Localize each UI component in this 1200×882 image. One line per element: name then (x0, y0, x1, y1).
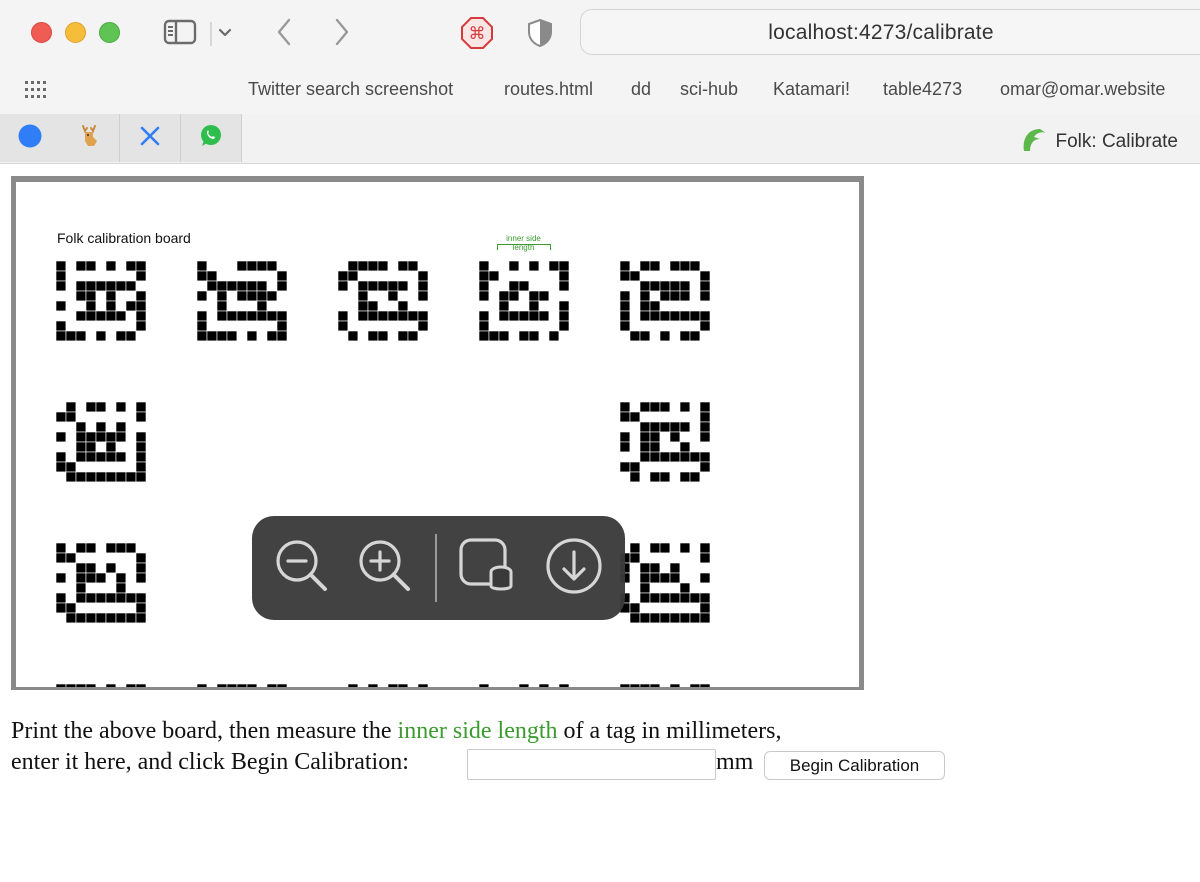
svg-text:⌘: ⌘ (469, 24, 486, 44)
browser-toolbar: ⌘ localhost:4273/calibrate (0, 0, 1200, 66)
bookmark-routes[interactable]: routes.html (504, 79, 593, 100)
pinned-tab-x[interactable] (120, 114, 181, 162)
maximize-window-button[interactable] (99, 22, 120, 43)
zoom-out-icon (273, 537, 331, 600)
board-title: Folk calibration board (57, 230, 191, 246)
tag-2 (338, 261, 428, 351)
tag-12 (479, 684, 569, 687)
download-icon (544, 536, 604, 601)
bookmark-katamari[interactable]: Katamari! (773, 79, 850, 100)
address-bar[interactable]: localhost:4273/calibrate (580, 9, 1200, 55)
tag-0 (56, 261, 146, 351)
tag-11 (338, 684, 428, 687)
tag-10 (197, 684, 287, 687)
instructions-line-1: Print the above board, then measure the … (11, 716, 1011, 747)
tag-13 (620, 684, 710, 687)
address-bar-url[interactable]: localhost:4273/calibrate (581, 21, 1181, 45)
minimize-window-button[interactable] (65, 22, 86, 43)
tag-1 (197, 261, 287, 351)
close-window-button[interactable] (31, 22, 52, 43)
instructions-text-before: Print the above board, then measure the (11, 718, 398, 744)
unit-label: mm (716, 749, 754, 775)
bookmarks-bar: Twitter search screenshot routes.html dd… (0, 66, 1200, 114)
sidebar-icon[interactable] (162, 18, 198, 46)
preview-icon (457, 536, 517, 601)
tag-5 (56, 402, 146, 492)
shield-icon[interactable] (526, 17, 554, 49)
messages-icon (17, 123, 43, 154)
toolbar-divider (210, 22, 212, 46)
tag-7 (56, 543, 146, 633)
tag-3 (479, 261, 569, 351)
zoom-in-icon (356, 537, 414, 600)
zoom-overlay-divider (435, 534, 437, 602)
side-length-input[interactable] (467, 749, 716, 780)
pdf-zoom-overlay (252, 516, 625, 620)
tag-9 (56, 684, 146, 687)
chevron-down-icon[interactable] (216, 24, 234, 42)
folk-logo-icon (1020, 125, 1048, 158)
command-icon[interactable]: ⌘ (460, 16, 494, 50)
tag-4 (620, 261, 710, 351)
open-in-preview-button[interactable] (457, 536, 517, 601)
tag-6 (620, 402, 710, 492)
bookmark-dd[interactable]: dd (631, 79, 651, 100)
inner-side-length-bracket (497, 244, 551, 250)
bookmark-omar-website[interactable]: omar@omar.website (1000, 79, 1165, 100)
tab-folk-calibrate[interactable]: Folk: Calibrate (1020, 125, 1179, 158)
apps-grid-icon[interactable] (24, 80, 48, 100)
pinned-tab-whatsapp[interactable] (181, 114, 242, 162)
pinned-tab-deer[interactable] (59, 114, 120, 162)
bookmark-twitter-search[interactable]: Twitter search screenshot (248, 79, 453, 100)
back-icon[interactable] (270, 16, 298, 48)
inner-side-length-highlight: inner side length (397, 718, 558, 744)
forward-icon[interactable] (328, 16, 356, 48)
bookmark-table4273[interactable]: table4273 (883, 79, 962, 100)
whatsapp-icon (198, 123, 224, 154)
begin-calibration-button[interactable]: Begin Calibration (764, 751, 945, 780)
bookmark-sci-hub[interactable]: sci-hub (680, 79, 738, 100)
deer-icon (76, 123, 102, 154)
zoom-in-button[interactable] (355, 538, 415, 598)
download-button[interactable] (544, 536, 604, 601)
active-tab-title: Folk: Calibrate (1055, 130, 1179, 152)
x-icon (139, 125, 161, 152)
instructions-text-after: of a tag in millimeters, (557, 718, 782, 744)
tab-bar: Folk: Calibrate (0, 114, 1200, 164)
pinned-tab-messages[interactable] (0, 114, 61, 162)
tag-8 (620, 543, 710, 633)
zoom-out-button[interactable] (272, 538, 332, 598)
